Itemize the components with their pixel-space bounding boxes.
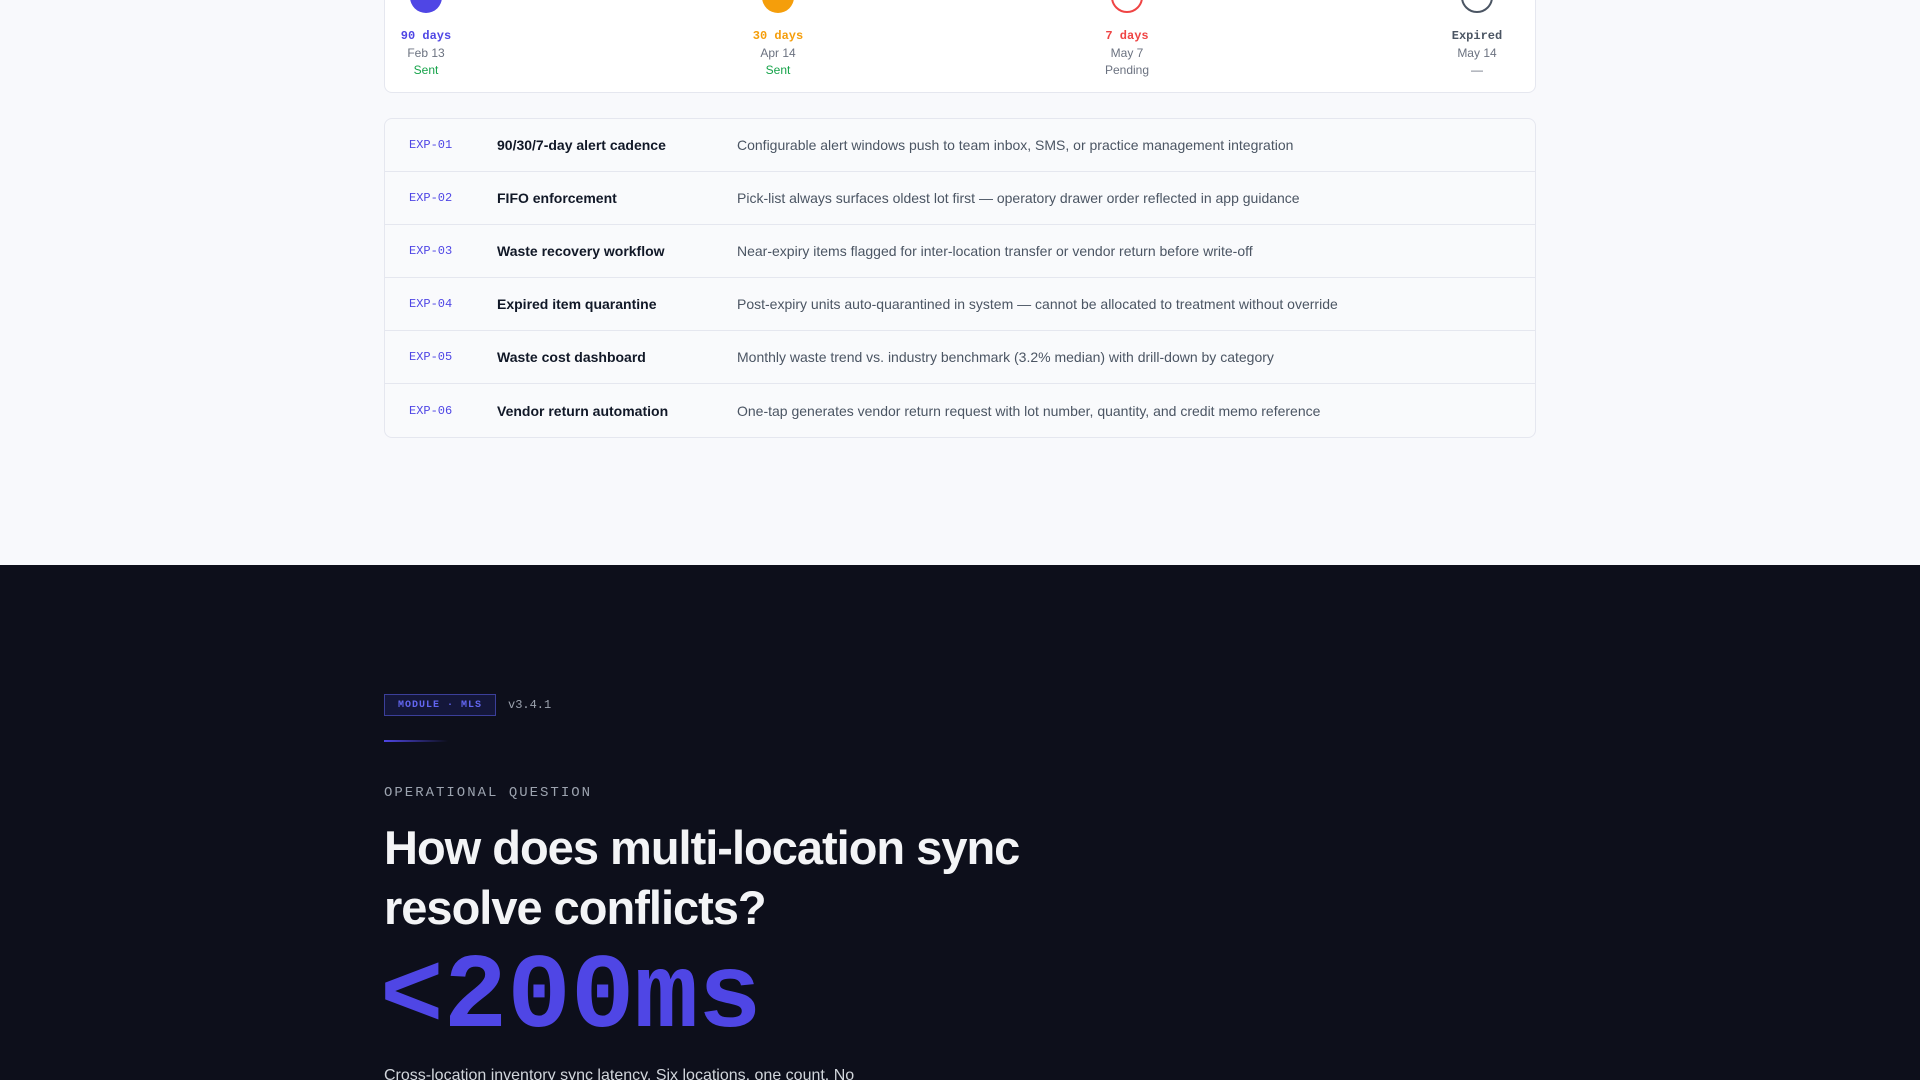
feature-title: Waste recovery workflow [497,243,665,259]
milestone-90-days: 90 days Feb 13 Sent [351,0,501,77]
milestone-dot [1461,0,1493,13]
milestone-date: May 14 [1457,46,1497,60]
version-label: v3.4.1 [508,698,552,712]
feature-code: EXP-01 [409,138,453,152]
feature-code: EXP-06 [409,403,453,418]
milestone-status: Sent [765,63,791,77]
milestone-dot [762,0,794,13]
feature-title: Expired item quarantine [497,296,657,312]
milestone-7-days: 7 days May 7 Pending [1052,0,1202,77]
milestone-expired: Expired May 14 — [1402,0,1552,77]
milestone-label: 90 days [400,29,452,43]
milestone-label: 7 days [1105,29,1149,43]
milestone-status: Pending [1104,63,1150,77]
feature-title: Vendor return automation [497,402,669,419]
feature-description: Near-expiry items flagged for inter-loca… [737,243,1253,259]
table-row: EXP-03 Waste recovery workflow Near-expi… [385,225,1535,278]
milestone-date: Feb 13 [407,46,445,60]
table-row: EXP-02 FIFO enforcement Pick-list always… [385,172,1535,225]
milestone-date: May 7 [1110,46,1144,60]
module-section: MODULE · MLS v3.4.1 OPERATIONAL QUESTION… [0,565,1920,1080]
table-row: EXP-06 Vendor return automation One-tap … [385,384,1535,437]
milestone-dot [410,0,442,13]
accent-divider [384,740,448,742]
milestone-30-days: 30 days Apr 14 Sent [703,0,853,77]
feature-title: FIFO enforcement [497,190,617,206]
milestone-dot [1111,0,1143,13]
feature-description: Pick-list always surfaces oldest lot fir… [737,190,1300,206]
feature-code: EXP-04 [409,297,453,311]
feature-description: Post-expiry units auto-quarantined in sy… [737,296,1338,312]
feature-description: Configurable alert windows push to team … [737,137,1294,153]
feature-code: EXP-03 [409,244,453,258]
milestone-status: Sent [413,63,439,77]
feature-code: EXP-02 [409,191,453,205]
feature-code: EXP-05 [409,350,453,364]
expiry-features-table: EXP-01 90/30/7-day alert cadence Configu… [384,118,1536,438]
table-row: EXP-01 90/30/7-day alert cadence Configu… [385,119,1535,172]
feature-title: 90/30/7-day alert cadence [497,137,666,153]
table-row: EXP-04 Expired item quarantine Post-expi… [385,278,1535,331]
milestone-label: Expired [1451,29,1503,43]
feature-description: One-tap generates vendor return request … [737,402,1321,419]
section-headline: How does multi-location sync resolve con… [384,821,1020,934]
latency-stat: <200ms [380,938,762,1058]
feature-description: Monthly waste trend vs. industry benchma… [737,349,1274,365]
section-eyebrow: OPERATIONAL QUESTION [384,785,593,801]
module-badge: MODULE · MLS [384,694,496,716]
milestone-date: Apr 14 [760,46,796,60]
stat-caption: Cross-location inventory sync latency. S… [384,1067,855,1080]
milestone-status: — [1471,63,1483,77]
milestone-label: 30 days [752,29,804,43]
feature-title: Waste cost dashboard [497,349,646,365]
expiry-timeline-card: 90 days Feb 13 Sent 30 days Apr 14 Sent … [384,0,1536,93]
table-row: EXP-05 Waste cost dashboard Monthly wast… [385,331,1535,384]
